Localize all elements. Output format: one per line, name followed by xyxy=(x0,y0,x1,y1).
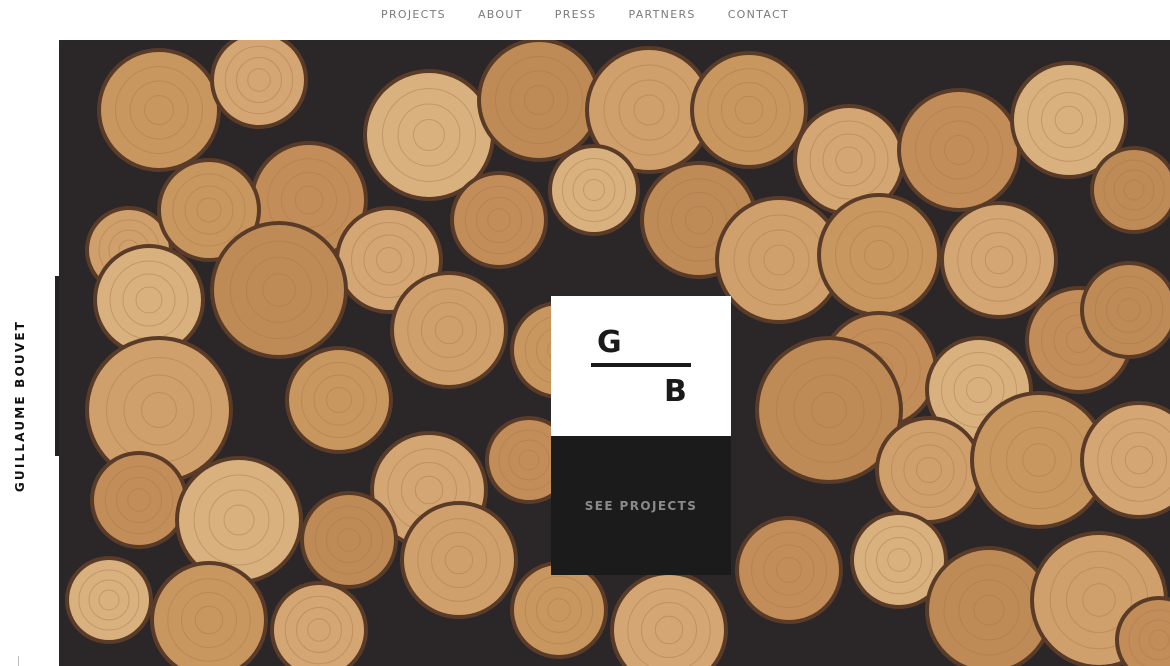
gb-logo[interactable]: G B xyxy=(551,296,731,436)
nav-item-partners[interactable]: PARTNERS xyxy=(612,8,711,21)
nav-item-contact[interactable]: CONTACT xyxy=(712,8,805,21)
nav-list: PROJECTS ABOUT PRESS PARTNERS CONTACT xyxy=(365,8,805,21)
logo-divider xyxy=(591,363,691,367)
nav-item-projects[interactable]: PROJECTS xyxy=(365,8,462,21)
see-projects-button[interactable]: SEE PROJECTS xyxy=(551,436,731,575)
nav-item-about[interactable]: ABOUT xyxy=(462,8,539,21)
brand-name[interactable]: GUILLAUME BOUVET xyxy=(13,320,27,492)
sidebar-divider xyxy=(18,656,19,666)
nav-item-press[interactable]: PRESS xyxy=(539,8,613,21)
see-projects-label: SEE PROJECTS xyxy=(584,498,698,513)
left-sidebar: GUILLAUME BOUVET xyxy=(0,40,59,666)
top-navigation: PROJECTS ABOUT PRESS PARTNERS CONTACT xyxy=(0,0,1170,40)
logo-letter-b: B xyxy=(664,374,687,409)
hero-card: G B SEE PROJECTS xyxy=(551,296,731,575)
logo-letter-g: G xyxy=(597,325,622,360)
